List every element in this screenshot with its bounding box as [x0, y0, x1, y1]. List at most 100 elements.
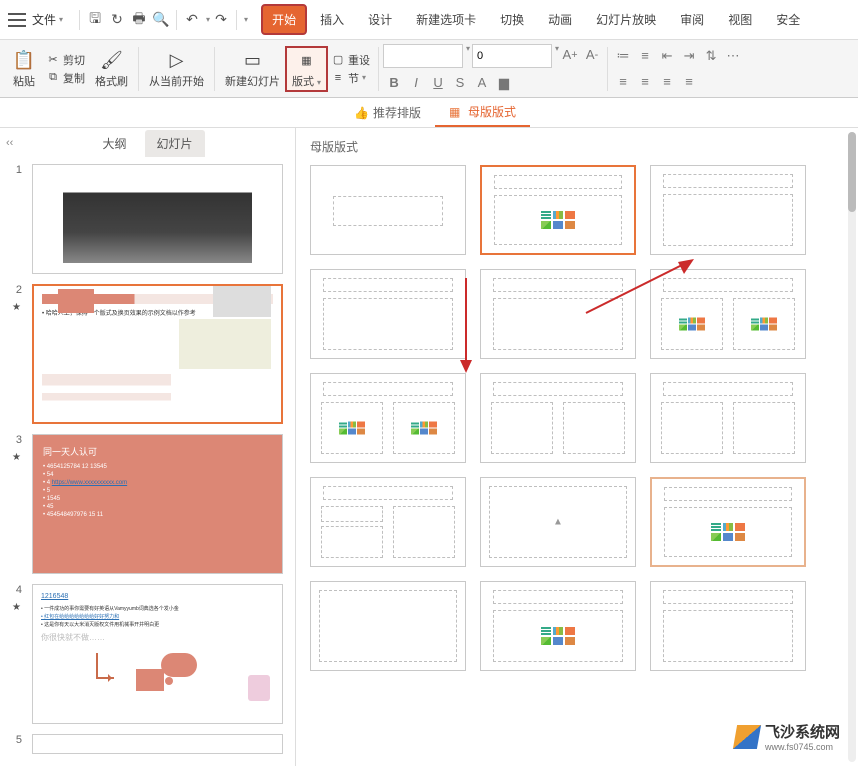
slide-thumb[interactable]: 1216548 • 一件成功的事你需要有好英语从Vamyyumb词典选各个发小金… [32, 584, 283, 724]
layout-item[interactable] [480, 165, 636, 255]
cut-button[interactable]: ✂剪切 [42, 51, 89, 69]
layout-item[interactable] [480, 581, 636, 671]
slide-item[interactable]: 3★ 同一天人认可 • 4654125784 12 13545 • 54 • 4… [12, 434, 283, 574]
paste-button[interactable]: 📋 粘贴 [6, 47, 42, 91]
slide-number: 5 [12, 734, 28, 746]
copy-button[interactable]: ⧉复制 [42, 69, 89, 87]
layout-item[interactable] [650, 373, 806, 463]
slide-item[interactable]: 4★ 1216548 • 一件成功的事你需要有好英语从Vamyyumb词典选各个… [12, 584, 283, 724]
tab-slideshow[interactable]: 幻灯片放映 [586, 5, 666, 34]
font-name-input[interactable] [383, 44, 463, 68]
panel-tab-outline[interactable]: 大纲 [90, 130, 138, 157]
preview-icon[interactable]: 🔍 [150, 9, 172, 31]
layout-item[interactable] [480, 269, 636, 359]
format-painter-label: 格式刷 [95, 73, 128, 89]
divider [214, 47, 215, 91]
align-justify-icon[interactable]: ≡ [678, 71, 700, 93]
slide-thumb[interactable] [32, 734, 283, 754]
panel-tab-slides[interactable]: 幻灯片 [145, 130, 205, 157]
layout-gallery: 母版版式 ▲ [296, 128, 858, 766]
layout-button[interactable]: ▦ 版式▾ [286, 47, 327, 91]
divider [236, 10, 237, 30]
tab-transition[interactable]: 切换 [490, 5, 534, 34]
print-icon[interactable]: 🖶 [128, 9, 150, 31]
align-left-icon[interactable]: ≡ [612, 71, 634, 93]
subtab-master[interactable]: ▦ 母版版式 [435, 98, 530, 127]
tab-security[interactable]: 安全 [766, 5, 810, 34]
line-spacing-icon[interactable]: ⇅ [700, 45, 722, 67]
highlight-icon[interactable]: ▆ [493, 72, 515, 94]
layout-item[interactable] [650, 477, 806, 567]
slide-thumb[interactable]: 同一天人认可 • 4654125784 12 13545 • 54 • 4 ht… [32, 434, 283, 574]
scrollbar[interactable] [848, 132, 856, 762]
increase-font-icon[interactable]: A+ [559, 44, 581, 66]
indent-inc-icon[interactable]: ⇥ [678, 45, 700, 67]
grid-icon: ▦ [449, 105, 463, 119]
tab-insert[interactable]: 插入 [310, 5, 354, 34]
share-icon[interactable]: ↻ [106, 9, 128, 31]
bullets-icon[interactable]: ≔ [612, 45, 634, 67]
layout-item[interactable] [310, 581, 466, 671]
section-button[interactable]: ≡节▾ [327, 69, 374, 87]
slide-item[interactable]: 2★ • 哈哈人工，保持一个版式及换页效果的示例文档以作参考 [12, 284, 283, 424]
layout-subtabs: 👍 推荐排版 ▦ 母版版式 [0, 98, 858, 128]
more-icon[interactable]: ▾ [244, 15, 248, 24]
layout-item[interactable] [480, 373, 636, 463]
thumbs-up-icon: 👍 [354, 106, 368, 120]
tab-view[interactable]: 视图 [718, 5, 762, 34]
top-menubar: 文件 ▾ 🖫 ↻ 🖶 🔍 ↶ ▾ ↷ ▾ 开始 插入 设计 新建选项卡 切换 动… [0, 0, 858, 40]
align-center-icon[interactable]: ≡ [634, 71, 656, 93]
slide-thumb[interactable]: • 哈哈人工，保持一个版式及换页效果的示例文档以作参考 [32, 284, 283, 424]
tab-home[interactable]: 开始 [262, 5, 306, 34]
slide-list: 1 2★ • 哈哈人工，保持一个版式及换页效果的示例文档以作参考 3★ 同一天人… [0, 158, 295, 766]
slide-item[interactable]: 1 [12, 164, 283, 274]
panel-tabs: ‹‹ 大纲 幻灯片 [0, 128, 295, 158]
bold-icon[interactable]: B [383, 72, 405, 94]
layout-item[interactable] [310, 373, 466, 463]
collapse-panel-icon[interactable]: ‹‹ [6, 137, 13, 149]
layout-item[interactable] [650, 581, 806, 671]
layout-item[interactable] [310, 165, 466, 255]
indent-dec-icon[interactable]: ⇤ [656, 45, 678, 67]
file-menu[interactable]: 文件 ▾ [32, 11, 63, 28]
app-menu-icon[interactable] [8, 13, 26, 27]
tab-design[interactable]: 设计 [358, 5, 402, 34]
tab-animation[interactable]: 动画 [538, 5, 582, 34]
numbering-icon[interactable]: ≡ [634, 45, 656, 67]
subtab-recommended[interactable]: 👍 推荐排版 [340, 99, 435, 126]
clipboard-icon: 📋 [12, 49, 36, 73]
chevron-down-icon: ▾ [317, 78, 321, 87]
decrease-font-icon[interactable]: A- [581, 44, 603, 66]
para-more-icon[interactable]: ⋯ [722, 45, 744, 67]
new-slide-button[interactable]: ▭ 新建幻灯片 [219, 47, 286, 91]
strike-icon[interactable]: S [449, 72, 471, 94]
undo-icon[interactable]: ↶ [181, 9, 203, 31]
font-size-input[interactable] [472, 44, 552, 68]
watermark: 飞沙系统网 www.fs0745.com [727, 717, 848, 756]
slide-number: 3 [12, 434, 28, 446]
redo-icon[interactable]: ↷ [210, 9, 232, 31]
align-right-icon[interactable]: ≡ [656, 71, 678, 93]
play-icon: ▷ [165, 49, 189, 73]
slide-item[interactable]: 5 [12, 734, 283, 754]
reset-button[interactable]: ▢重设 [327, 51, 374, 69]
save-icon[interactable]: 🖫 [84, 9, 106, 31]
layout-item[interactable] [650, 165, 806, 255]
animation-star-icon: ★ [12, 602, 24, 613]
tab-review[interactable]: 审阅 [670, 5, 714, 34]
format-painter-button[interactable]: 🖌 格式刷 [89, 47, 134, 91]
gallery-grid: ▲ [310, 165, 844, 671]
scrollbar-thumb[interactable] [848, 132, 856, 212]
italic-icon[interactable]: I [405, 72, 427, 94]
slide-thumb[interactable] [32, 164, 283, 274]
chevron-down-icon[interactable]: ▾ [466, 44, 470, 68]
layout-item[interactable]: ▲ [480, 477, 636, 567]
font-color-icon[interactable]: A [471, 72, 493, 94]
tab-new[interactable]: 新建选项卡 [406, 5, 486, 34]
layout-item[interactable] [310, 477, 466, 567]
layout-item[interactable] [650, 269, 806, 359]
layout-item[interactable] [310, 269, 466, 359]
reset-icon: ▢ [331, 53, 345, 67]
underline-icon[interactable]: U [427, 72, 449, 94]
from-current-button[interactable]: ▷ 从当前开始 [143, 47, 210, 91]
